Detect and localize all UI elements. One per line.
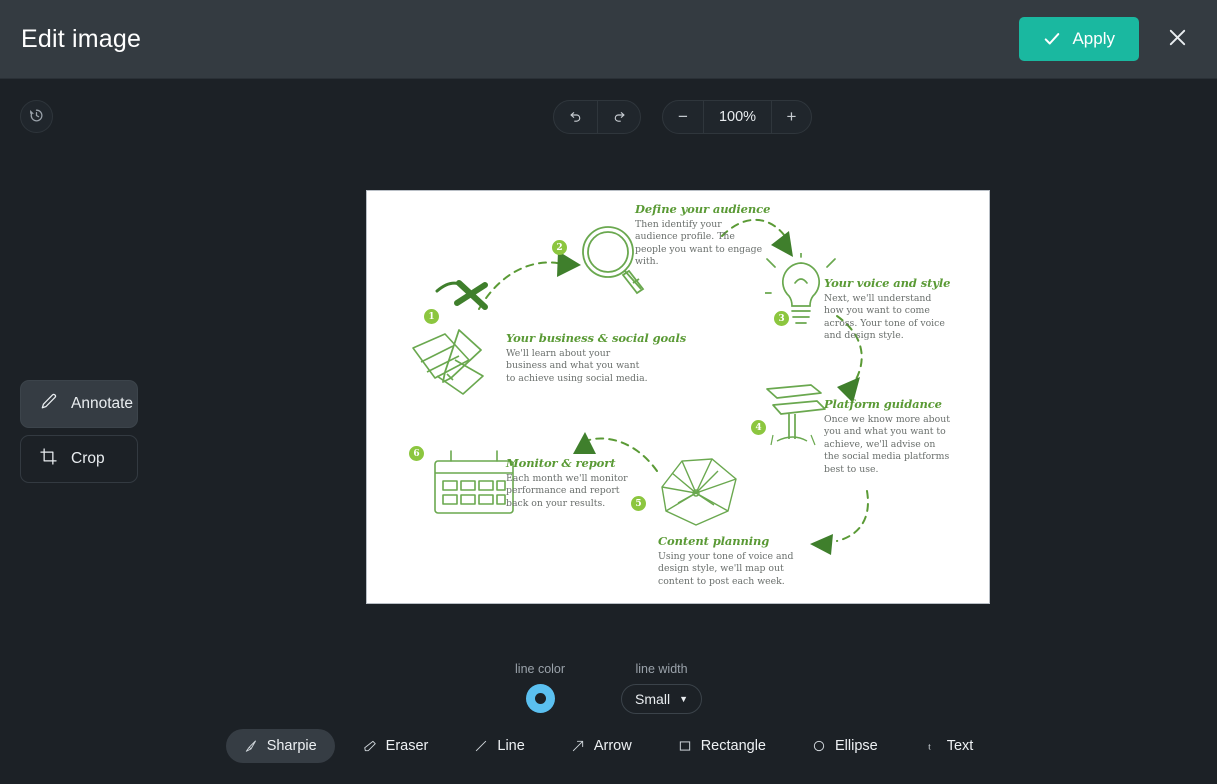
style-options: line color line width Small ▼ [0,662,1217,714]
signpost-illustration [766,384,826,446]
tool-eraser[interactable]: Eraser [345,729,447,763]
tool-ellipse-label: Ellipse [834,738,878,754]
mode-annotate-button[interactable]: Annotate [20,380,138,428]
step-text-1: Your business & social goals We'll learn… [506,331,687,384]
rectangle-icon [678,739,692,753]
pencil-icon [39,392,58,416]
zoom-in-button[interactable]: + [771,101,811,133]
edit-image-modal: Edit image Apply − 100% + Annotate Crop … [0,0,1217,784]
line-width-select[interactable]: Small ▼ [621,684,702,714]
tool-sharpie[interactable]: Sharpie [225,729,335,763]
annotation-toolbar: Sharpie Eraser Line Arrow Rectangle Elli… [0,729,1217,763]
tool-eraser-label: Eraser [385,738,429,754]
tool-text[interactable]: t Text [906,729,992,763]
undo-redo-group [553,100,641,134]
check-icon [1043,30,1061,48]
mode-panel: Annotate Crop [20,380,140,483]
image-canvas[interactable]: 1 Your business & social goals We'll lea… [366,190,990,604]
canvas-toolbar: − 100% + [553,100,812,134]
close-button[interactable] [1159,21,1195,57]
apply-button[interactable]: Apply [1019,17,1139,61]
header-actions: Apply [1019,17,1217,61]
text-icon: t [924,739,938,753]
step-text-2: Define your audience Then identify your … [635,202,771,268]
sharpie-icon [244,739,258,753]
line-color-option: line color [515,662,565,714]
zoom-level: 100% [703,101,771,133]
infographic: 1 Your business & social goals We'll lea… [367,191,989,603]
step-text-4: Platform guidance Once we know more abou… [824,397,950,475]
line-color-label: line color [515,662,566,676]
step-text-3: Your voice and style Next, we'll underst… [824,276,951,342]
step-badge-3: 3 [774,311,789,326]
close-icon [1166,26,1189,52]
page-title: Edit image [21,24,142,53]
crop-icon [39,447,58,471]
undo-button[interactable] [554,101,597,133]
step-badge-1: 1 [424,309,439,324]
line-color-swatch[interactable] [525,684,555,713]
tool-sharpie-label: Sharpie [266,738,317,754]
tool-text-label: Text [946,738,974,754]
eraser-icon [363,739,377,753]
history-restore-icon [28,107,45,127]
modal-header: Edit image Apply [0,0,1217,79]
zoom-out-button[interactable]: − [663,101,703,133]
tool-arrow-label: Arrow [593,738,632,754]
undo-icon [568,108,584,127]
line-width-value: Small [635,691,671,707]
arrow-icon [571,739,585,753]
tool-arrow[interactable]: Arrow [553,729,650,763]
line-icon [474,739,488,753]
apply-button-label: Apply [1072,29,1115,48]
svg-text:t: t [928,742,931,753]
mode-annotate-label: Annotate [71,395,134,412]
step-badge-2: 2 [552,240,567,255]
line-width-label: line width [635,662,688,676]
pen-and-notebook-illustration [412,329,484,395]
ellipse-icon [812,739,826,753]
step-badge-6: 6 [409,446,424,461]
tool-line[interactable]: Line [456,729,542,763]
tool-rectangle-label: Rectangle [700,738,766,754]
redo-button[interactable] [597,101,640,133]
tool-ellipse[interactable]: Ellipse [794,729,896,763]
zoom-group: − 100% + [662,100,812,134]
mode-crop-button[interactable]: Crop [20,435,138,483]
step-text-6: Monitor & report Each month we'll monito… [506,456,628,509]
network-map-illustration [661,458,737,526]
history-button[interactable] [20,100,53,133]
mode-crop-label: Crop [71,450,105,467]
line-width-option: line width Small ▼ [621,662,702,714]
step-text-5: Content planning Using your tone of voic… [658,534,794,587]
redo-icon [611,108,627,127]
tool-rectangle[interactable]: Rectangle [660,729,784,763]
tool-line-label: Line [497,738,525,754]
step-badge-4: 4 [751,420,766,435]
chevron-down-icon: ▼ [679,694,688,704]
